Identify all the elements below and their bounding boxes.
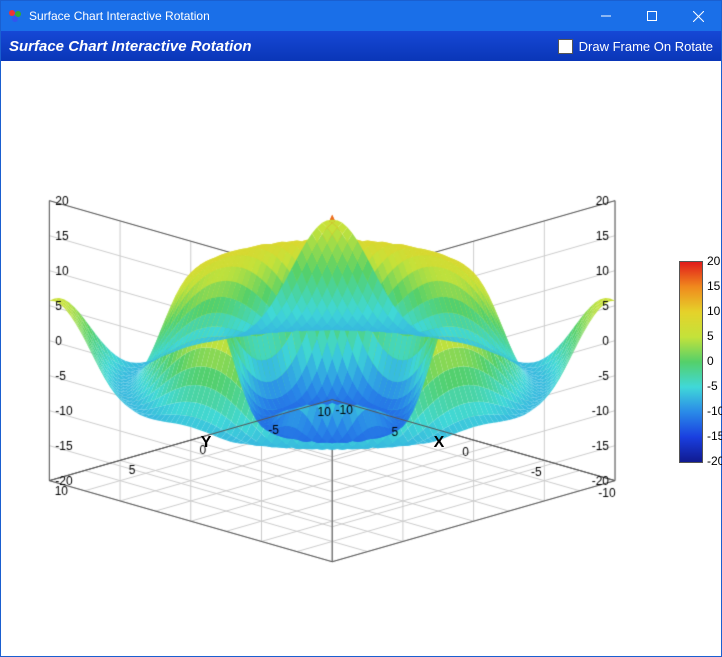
chart-area[interactable]: 20151050-5-10-15-20 X Y (1, 61, 721, 656)
toolbar-title: Surface Chart Interactive Rotation (9, 38, 252, 55)
minimize-button[interactable] (583, 1, 629, 31)
x-axis-label: X (434, 434, 445, 452)
toolbar: Surface Chart Interactive Rotation Draw … (1, 31, 721, 61)
close-button[interactable] (675, 1, 721, 31)
app-icon (7, 8, 23, 24)
maximize-button[interactable] (629, 1, 675, 31)
color-legend: 20151050-5-10-15-20 (679, 261, 703, 463)
app-window: Surface Chart Interactive Rotation Surfa… (0, 0, 722, 657)
legend-ticks: 20151050-5-10-15-20 (707, 255, 722, 480)
titlebar[interactable]: Surface Chart Interactive Rotation (1, 1, 721, 31)
checkbox-label: Draw Frame On Rotate (579, 39, 713, 54)
legend-bar (679, 261, 703, 463)
y-axis-label: Y (201, 434, 212, 452)
surface-canvas[interactable] (1, 61, 721, 656)
window-buttons (583, 1, 721, 31)
checkbox-box[interactable] (558, 39, 573, 54)
window-title: Surface Chart Interactive Rotation (29, 9, 583, 23)
draw-frame-checkbox[interactable]: Draw Frame On Rotate (558, 39, 713, 54)
